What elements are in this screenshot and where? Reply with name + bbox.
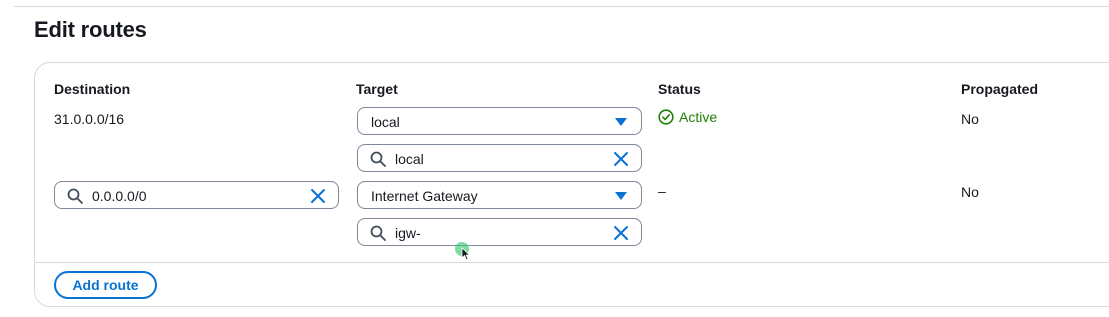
- target-select[interactable]: local: [357, 107, 642, 135]
- check-circle-icon: [658, 109, 674, 125]
- target-search-input[interactable]: igw-: [357, 218, 642, 246]
- caret-down-icon[interactable]: [615, 192, 627, 200]
- clear-x-icon[interactable]: [612, 224, 630, 242]
- caret-down-icon[interactable]: [615, 118, 627, 126]
- panel-footer-divider: [35, 262, 1109, 263]
- route-destination: 31.0.0.0/16: [54, 111, 125, 127]
- top-divider: [14, 6, 1109, 7]
- search-icon: [370, 225, 386, 241]
- clear-x-icon[interactable]: [309, 187, 327, 205]
- target-select-value: Internet Gateway: [371, 188, 478, 204]
- search-icon: [67, 188, 83, 204]
- column-header-propagated: Propagated: [961, 81, 1039, 97]
- status-label: Active: [679, 109, 718, 125]
- route-propagated: No: [961, 111, 979, 127]
- status-value: –: [658, 183, 666, 199]
- target-search-input[interactable]: local: [357, 144, 642, 172]
- column-header-target: Target: [356, 81, 398, 97]
- destination-search-input[interactable]: 0.0.0.0/0: [54, 181, 339, 209]
- mouse-pointer-icon: [461, 247, 471, 261]
- status-badge: Active: [658, 109, 717, 125]
- search-icon: [370, 151, 386, 167]
- target-select[interactable]: Internet Gateway: [357, 181, 642, 209]
- page-title: Edit routes: [34, 17, 147, 42]
- destination-search-value: 0.0.0.0/0: [92, 188, 147, 204]
- column-header-status: Status: [658, 81, 701, 97]
- clear-x-icon[interactable]: [612, 150, 630, 168]
- target-search-value: igw-: [395, 225, 421, 241]
- column-header-destination: Destination: [54, 81, 131, 97]
- target-search-value: local: [395, 151, 424, 167]
- route-propagated: No: [961, 184, 979, 200]
- target-select-value: local: [371, 114, 400, 130]
- add-route-button[interactable]: Add route: [54, 271, 157, 299]
